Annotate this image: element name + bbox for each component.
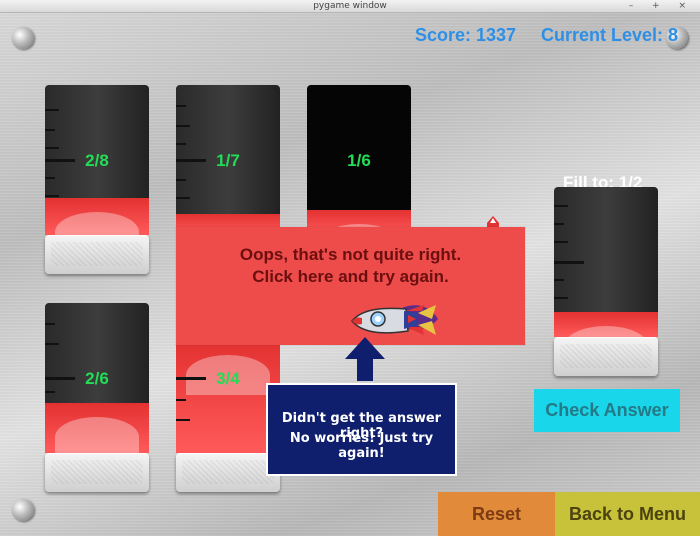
liquid-fill — [45, 198, 149, 235]
tube-base — [45, 235, 149, 274]
tube-2[interactable]: 1/7 — [176, 85, 280, 235]
tube-fraction-label: 1/6 — [347, 151, 371, 170]
liquid-fill — [176, 341, 280, 453]
tube-fraction-label: 2/8 — [85, 151, 109, 170]
check-answer-button[interactable]: Check Answer — [534, 389, 680, 432]
tube-fraction-label: 1/7 — [216, 151, 240, 170]
bolt-icon — [12, 499, 34, 521]
reset-button[interactable]: Reset — [438, 492, 555, 536]
level-display: Current Level: 8 — [541, 25, 679, 45]
target-tube — [554, 187, 658, 337]
window-title: pygame window — [313, 1, 387, 11]
tube-1[interactable]: 2/8 — [45, 85, 149, 235]
tube-base — [176, 453, 280, 492]
liquid-fill — [45, 403, 149, 453]
tube-fraction-label: 2/6 — [85, 369, 109, 388]
tube-fraction-label: 3/4 — [216, 369, 240, 388]
score-display: Score: 1337 — [415, 25, 517, 45]
tube-base — [45, 453, 149, 492]
back-to-menu-button[interactable]: Back to Menu — [555, 492, 700, 536]
feedback-line-1: Oops, that's not quite right. — [239, 245, 462, 264]
window-titlebar: pygame window – + × — [0, 0, 700, 13]
tube-4[interactable]: 2/6 — [45, 303, 149, 453]
tube-3[interactable]: 1/6 — [307, 85, 411, 235]
hint-box: Didn't get the answer right? No worries!… — [266, 383, 457, 476]
window-controls[interactable]: – + × — [629, 0, 694, 12]
liquid-fill — [554, 312, 658, 337]
up-arrow-icon — [345, 337, 385, 381]
game-canvas: Score: 1337 Current Level: 8 2/8 1/7 1/6… — [0, 13, 700, 536]
bolt-icon — [12, 27, 34, 49]
hint-line-2: No worries! Just try again! — [289, 431, 434, 461]
feedback-line-2: Click here and try again. — [252, 267, 449, 286]
tube-base — [554, 337, 658, 376]
